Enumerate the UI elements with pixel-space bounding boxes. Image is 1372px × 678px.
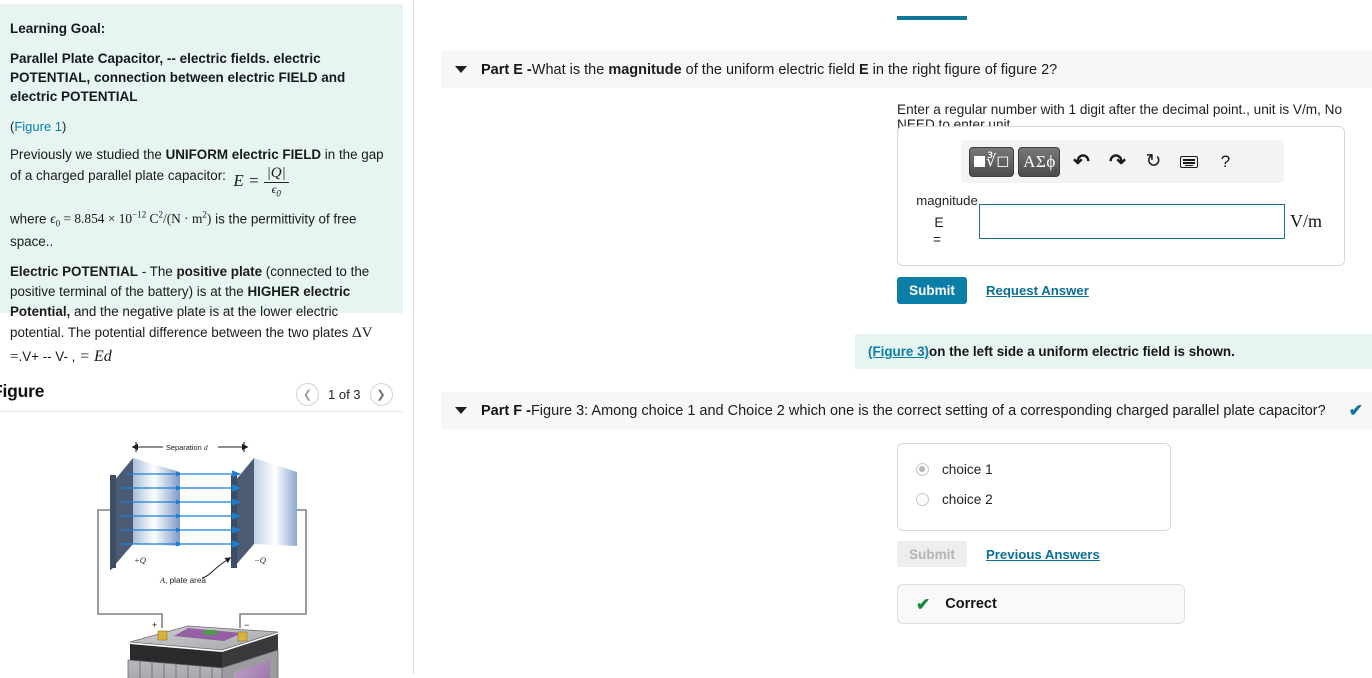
part-e-answer-box: ∛◻ ΑΣϕ ↶ ↷ ↻ ? magnitude E = V/m (897, 126, 1345, 266)
figure-divider (0, 411, 403, 412)
part-f-label: Part F - (481, 402, 531, 419)
svg-text:−: − (244, 620, 249, 630)
help-glyph: ? (1220, 151, 1231, 171)
figure-prev-button[interactable]: ❮ (296, 383, 319, 406)
part-f-question: Figure 3: Among choice 1 and Choice 2 wh… (530, 402, 1326, 419)
caret-down-icon[interactable] (455, 407, 467, 414)
figure-pagination: ❮ 1 of 3 ❯ (296, 383, 393, 406)
help-icon[interactable]: ? (1210, 147, 1240, 177)
answer-field-label: magnitude E = (915, 193, 979, 247)
learning-goal-subheading: Parallel Plate Capacitor, -- electric fi… (10, 51, 346, 105)
choice-row-2[interactable]: choice 2 (916, 488, 1170, 510)
request-answer-link[interactable]: Request Answer (986, 283, 1089, 298)
undo-glyph: ↶ (1073, 151, 1090, 173)
para2-pre: where (10, 211, 51, 227)
learning-goal-panel: Learning Goal: Parallel Plate Capacitor,… (0, 4, 403, 365)
choice-1-label: choice 1 (942, 461, 993, 477)
undo-icon[interactable]: ↶ (1066, 147, 1096, 177)
part-e-q2: of the uniform electric field (681, 61, 859, 78)
label-equals: = (932, 232, 942, 247)
part-f-choices-box: choice 1 choice 2 (897, 443, 1171, 531)
keyboard-icon[interactable] (1174, 147, 1204, 177)
answer-input[interactable] (979, 204, 1285, 239)
svg-text:Separation d: Separation d (166, 443, 208, 452)
learning-goal-heading: Learning Goal: (10, 21, 106, 36)
para3-bold-c: positive plate (176, 263, 263, 279)
part-f-feedback-box: ✔ Correct (897, 584, 1185, 624)
figure-panel-title: Figure (0, 381, 45, 401)
ed-equation: = Ed (79, 347, 112, 365)
para3-bold-a: Electric POTENTIAL (10, 263, 138, 279)
figure3-banner: (Figure 3)on the left side a uniform ele… (855, 334, 1372, 369)
check-icon: ✔ (916, 594, 931, 614)
problem-page: Learning Goal: Parallel Plate Capacitor,… (0, 0, 1372, 678)
choice-row-1[interactable]: choice 1 (916, 458, 1170, 480)
caret-down-icon[interactable] (455, 66, 467, 73)
learning-goal-para-3: Electric POTENTIAL - The positive plate … (10, 262, 389, 369)
figure-image-area: Separation d ··· +Q −Q A, plate area + − (0, 418, 403, 678)
part-e-bold-E: E (858, 61, 869, 78)
svg-text:···: ··· (120, 502, 134, 512)
svg-text:A, plate area: A, plate area (159, 576, 206, 585)
answer-unit: V/m (1290, 211, 1323, 231)
radio-choice-1[interactable] (916, 462, 929, 476)
previous-answers-link[interactable]: Previous Answers (986, 547, 1100, 562)
para3-h: .V+ -- V- , (18, 348, 76, 364)
radio-choice-2[interactable] (916, 492, 929, 506)
left-panel: Learning Goal: Parallel Plate Capacitor,… (0, 0, 414, 678)
redo-glyph: ↷ (1109, 151, 1126, 173)
label-E: E (934, 215, 944, 230)
math-template-icon[interactable]: ∛◻ (969, 146, 1015, 177)
permittivity-equation: ϵ0 = 8.854 × 10−12 C2/(N · m2) (50, 209, 212, 230)
part-f-submit-button: Submit (897, 541, 967, 567)
greek-letters-icon[interactable]: ΑΣϕ (1018, 146, 1061, 177)
part-e-label: Part E - (481, 61, 532, 78)
reset-icon[interactable]: ↻ (1138, 147, 1168, 177)
svg-text:+: + (152, 620, 157, 630)
figure3-text: on the left side a uniform electric fiel… (929, 344, 1235, 359)
parallel-plate-capacitor-diagram: Separation d ··· +Q −Q A, plate area + − (97, 442, 307, 678)
right-panel: Review Part E - What is the magnitude of… (414, 0, 1372, 674)
reset-glyph: ↻ (1145, 151, 1162, 172)
figure-counter: 1 of 3 (328, 387, 361, 402)
learning-goal-para-1: Previously we studied the UNIFORM electr… (10, 145, 389, 198)
feedback-label: Correct (945, 596, 997, 612)
svg-text:+Q: +Q (134, 555, 147, 565)
part-e-q3: in the right figure of figure 2? (868, 61, 1058, 78)
label-magnitude: magnitude (916, 193, 978, 208)
para1-text-a: Previously we studied the (10, 147, 166, 163)
part-f-status-check-icon: ✔ (1348, 400, 1363, 420)
part-e-q1: What is the (531, 61, 609, 78)
figure-next-button[interactable]: ❯ (369, 383, 393, 406)
para3-b: - The (137, 263, 177, 279)
part-e-submit-button[interactable]: Submit (897, 277, 967, 304)
svg-text:−Q: −Q (254, 555, 267, 565)
math-toolbar: ∛◻ ΑΣϕ ↶ ↷ ↻ ? (961, 140, 1284, 183)
part-f-header[interactable]: Part F - Figure 3: Among choice 1 and Ch… (441, 392, 1372, 429)
redo-icon[interactable]: ↷ (1102, 147, 1132, 177)
figure1-reference: (Figure 1) (10, 119, 389, 134)
choice-2-label: choice 2 (942, 491, 993, 507)
figure3-link[interactable]: (Figure 3) (868, 344, 929, 359)
equation-E-definition: E = |Q| ϵ0 (233, 166, 289, 199)
part-e-header[interactable]: Part E - What is the magnitude of the un… (441, 51, 1372, 88)
paren-close: ) (62, 119, 67, 135)
active-tab-underline (897, 16, 967, 20)
part-e-bold-magnitude: magnitude (608, 61, 682, 78)
greek-letters-label: ΑΣϕ (1023, 151, 1056, 171)
para1-bold: UNIFORM electric FIELD (165, 147, 322, 163)
learning-goal-para-2: where ϵ0 = 8.854 × 10−12 C2/(N · m2) is … (10, 209, 389, 252)
figure1-link[interactable]: Figure 1 (14, 119, 62, 134)
